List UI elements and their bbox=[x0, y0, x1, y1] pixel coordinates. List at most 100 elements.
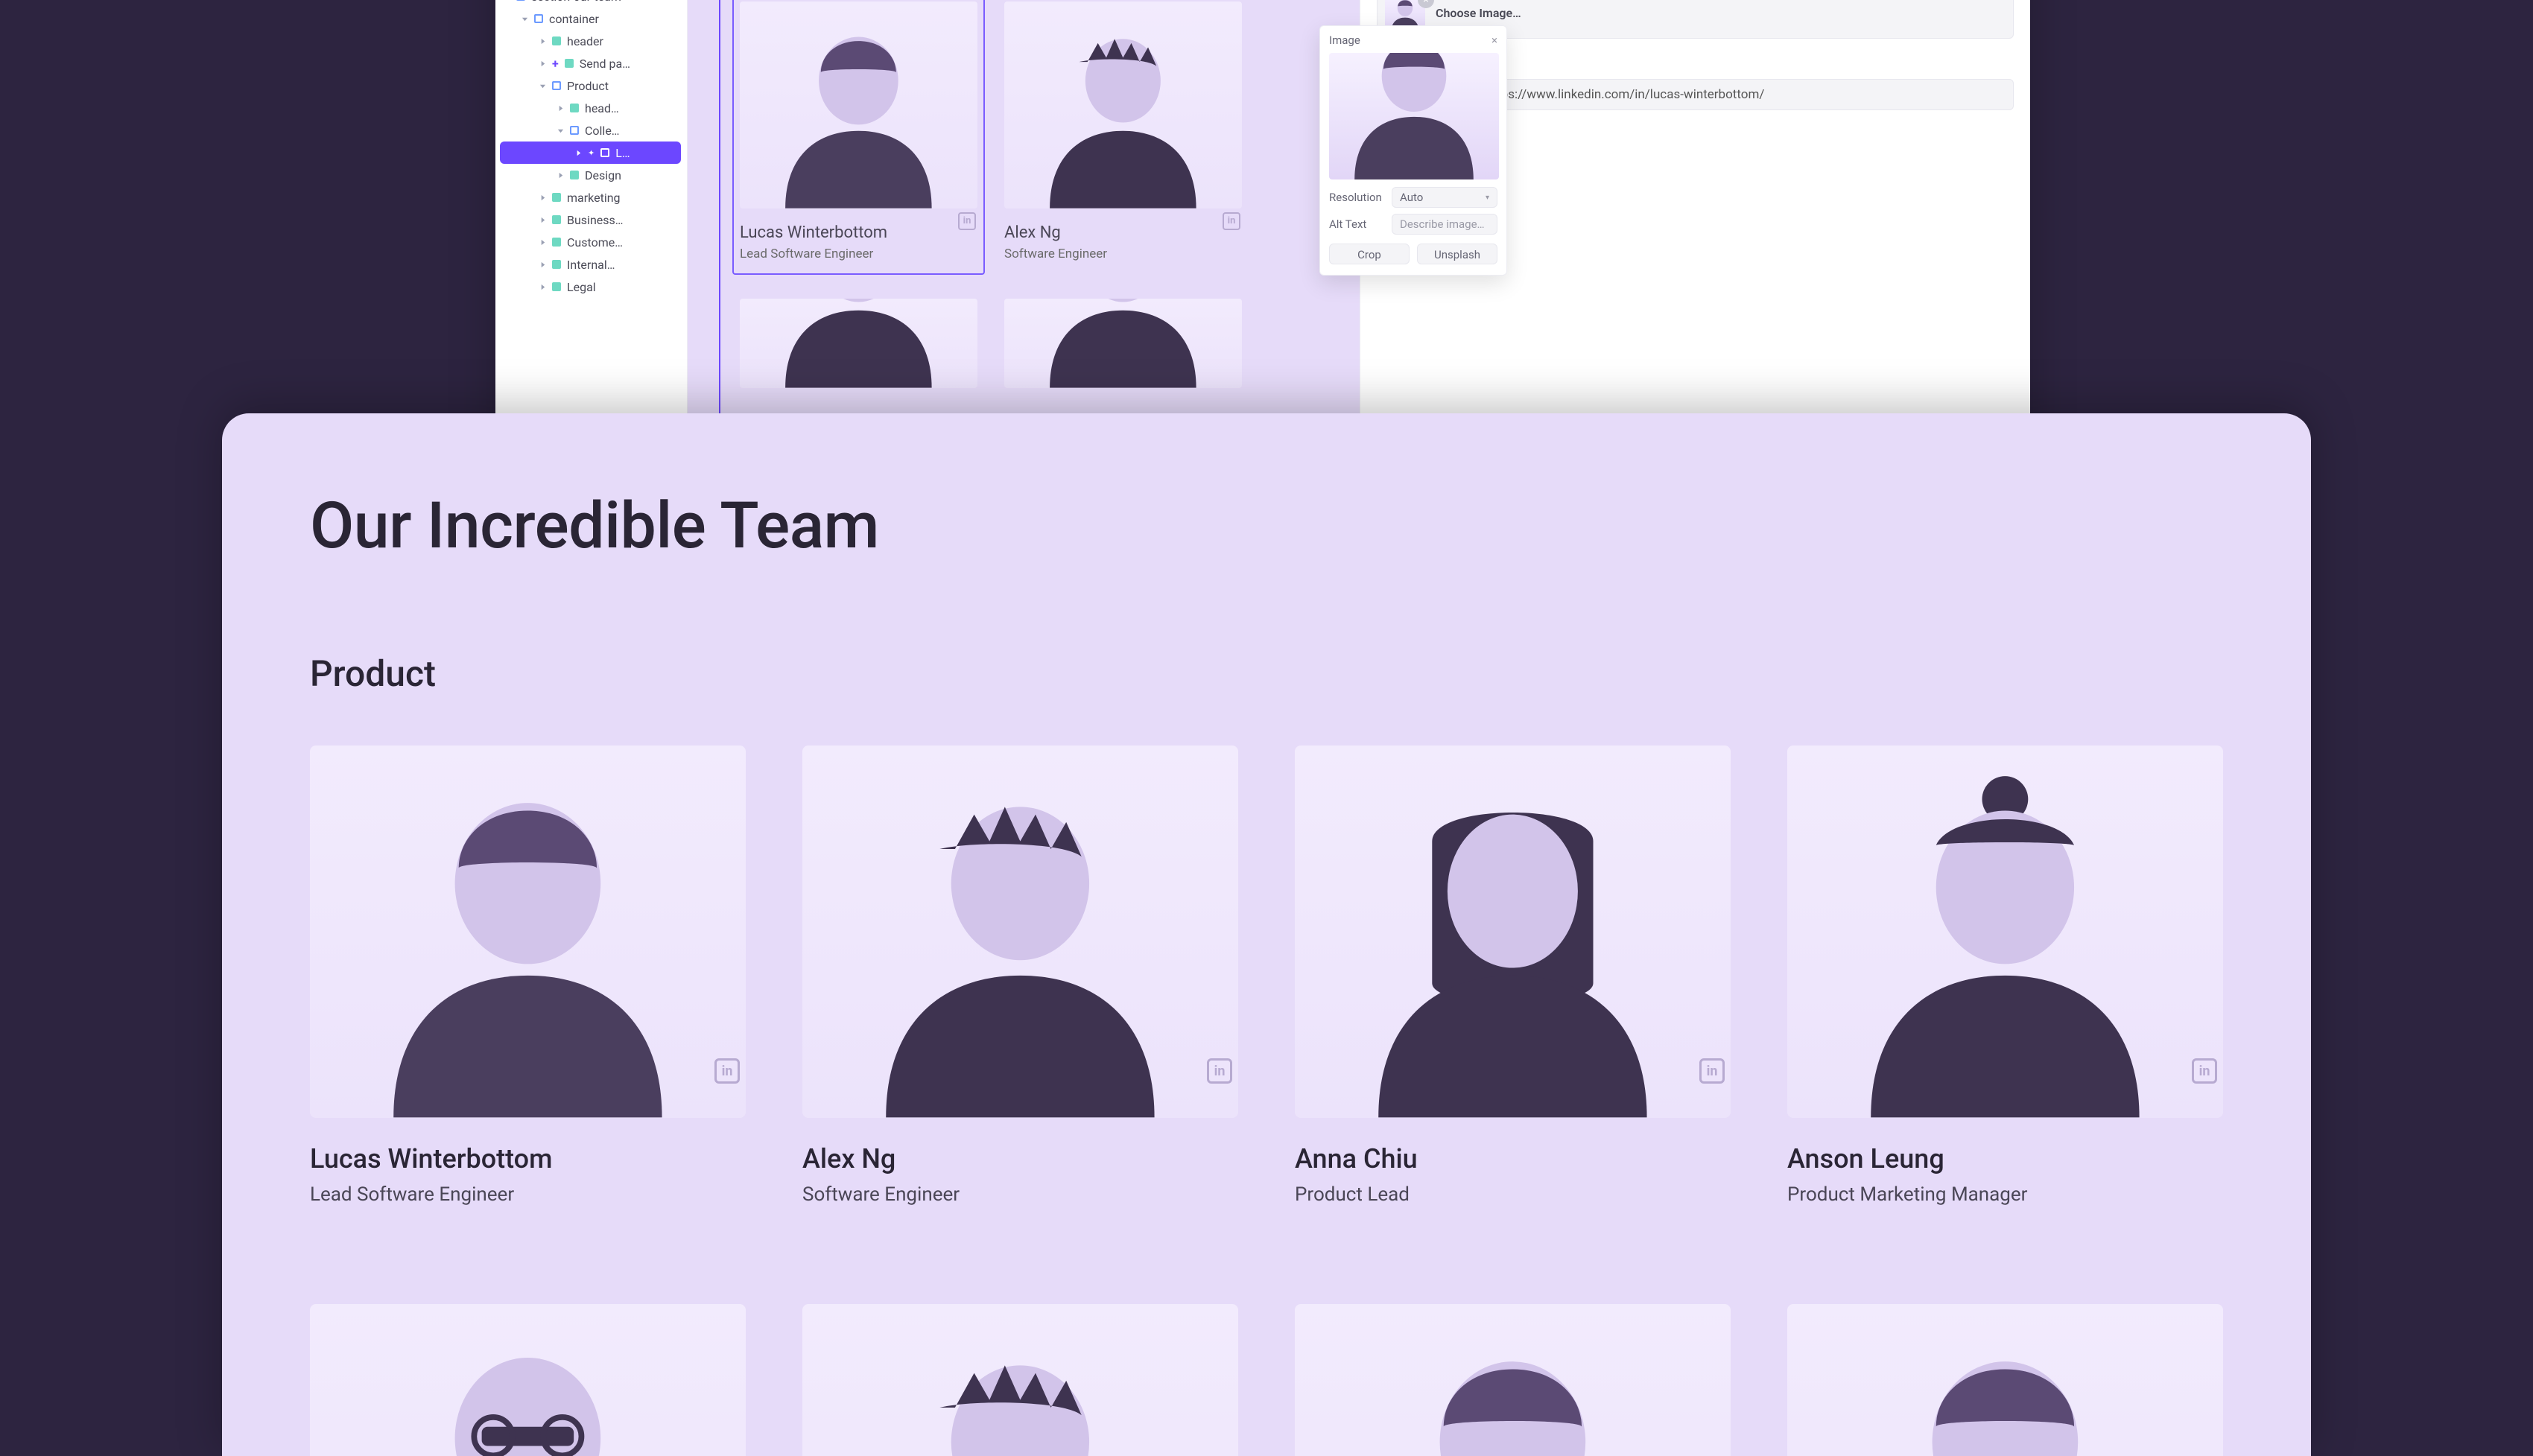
layer-type-icon bbox=[552, 81, 561, 90]
resolution-select[interactable]: Auto ▾ bbox=[1392, 187, 1497, 208]
tree-item-label: Design bbox=[585, 168, 621, 182]
tree-item-label: Internal… bbox=[567, 258, 615, 272]
linkedin-icon[interactable]: in bbox=[1223, 212, 1240, 230]
layer-type-icon bbox=[552, 193, 561, 202]
tree-item-label: L… bbox=[615, 146, 630, 160]
tree-item-head-[interactable]: head… bbox=[500, 97, 681, 119]
tree-item-container[interactable]: container bbox=[500, 7, 681, 30]
preview-window: Our Incredible Team Product Lucas Winter… bbox=[222, 413, 2311, 1456]
caret-right-icon[interactable] bbox=[539, 261, 546, 268]
tree-item-label: Colle… bbox=[585, 124, 620, 138]
section-heading: Product bbox=[310, 652, 2223, 695]
canvas-card-partial[interactable] bbox=[732, 291, 985, 401]
member-role: Product Marketing Manager bbox=[1787, 1183, 2223, 1206]
caret-right-icon[interactable] bbox=[539, 239, 546, 246]
tree-item-business-[interactable]: Business… bbox=[500, 209, 681, 231]
member-name: Alex Ng bbox=[802, 1143, 1238, 1174]
canvas-card[interactable]: Alex NgSoftware Engineerin bbox=[997, 0, 1249, 275]
canvas-card[interactable]: Lucas WinterbottomLead Software Engineer… bbox=[732, 0, 985, 275]
caret-right-icon[interactable] bbox=[539, 60, 546, 67]
alt-text-input[interactable]: Describe image… bbox=[1392, 214, 1497, 235]
member-photo bbox=[310, 1304, 746, 1456]
member-photo bbox=[1295, 746, 1731, 1118]
card-photo bbox=[1004, 1, 1242, 209]
team-card: Anna ChiuProduct Leadin bbox=[1295, 746, 1731, 1206]
team-card: Alex Ng Software Engineer in bbox=[802, 746, 1238, 1206]
caret-right-icon[interactable] bbox=[539, 217, 546, 223]
tree-item-section-our-team[interactable]: section-our-team bbox=[500, 0, 681, 7]
canvas-card-partial[interactable] bbox=[997, 291, 1249, 401]
member-name: Anson Leung bbox=[1787, 1143, 2223, 1174]
team-card bbox=[1787, 1304, 2223, 1456]
layer-type-icon bbox=[570, 104, 579, 112]
image-popover: Image × Resolution Auto ▾ Alt Text Descr… bbox=[1319, 25, 1507, 276]
caret-right-icon[interactable] bbox=[574, 150, 582, 156]
unsplash-button[interactable]: Unsplash bbox=[1417, 244, 1497, 264]
team-card bbox=[310, 1304, 746, 1456]
team-card bbox=[1295, 1304, 1731, 1456]
caret-right-icon[interactable] bbox=[557, 172, 564, 179]
tree-item-label: container bbox=[549, 12, 599, 26]
caret-down-icon[interactable] bbox=[539, 83, 546, 89]
tree-item-label: Custome… bbox=[567, 235, 623, 249]
layer-type-icon bbox=[600, 148, 609, 157]
canvas-card-row-2 bbox=[732, 291, 1267, 401]
alt-text-placeholder: Describe image… bbox=[1400, 217, 1485, 231]
caret-right-icon[interactable] bbox=[539, 284, 546, 290]
team-card bbox=[802, 1304, 1238, 1456]
linkedin-icon[interactable]: in bbox=[1699, 1058, 1725, 1084]
layer-type-icon bbox=[552, 215, 561, 224]
canvas-card-row: Lucas WinterbottomLead Software Engineer… bbox=[732, 0, 1267, 275]
tree-item-label: Legal bbox=[567, 280, 596, 294]
alt-text-label: Alt Text bbox=[1329, 217, 1386, 231]
layer-type-icon bbox=[534, 14, 543, 23]
caret-down-icon[interactable] bbox=[521, 16, 528, 22]
tree-item-design[interactable]: Design bbox=[500, 164, 681, 186]
member-role: Software Engineer bbox=[802, 1183, 1238, 1206]
tree-item-custome-[interactable]: Custome… bbox=[500, 231, 681, 253]
choose-image-label: Choose Image… bbox=[1436, 6, 1521, 20]
member-photo bbox=[1295, 1304, 1731, 1456]
resolution-value: Auto bbox=[1400, 191, 1423, 204]
page-title: Our Incredible Team bbox=[310, 488, 2223, 563]
tree-item-marketing[interactable]: marketing bbox=[500, 186, 681, 209]
add-icon[interactable]: + bbox=[552, 57, 559, 71]
caret-right-icon[interactable] bbox=[539, 194, 546, 201]
tree-item-send-pa-[interactable]: +Send pa… bbox=[500, 52, 681, 74]
team-grid: Lucas Winterbottom Lead Software Engineer… bbox=[310, 746, 2223, 1456]
tree-item-header[interactable]: header bbox=[500, 30, 681, 52]
layer-type-icon bbox=[565, 59, 574, 68]
member-name: Anna Chiu bbox=[1295, 1143, 1731, 1174]
member-role: Lead Software Engineer bbox=[310, 1183, 746, 1206]
crop-button[interactable]: Crop bbox=[1329, 244, 1410, 264]
card-name: Alex Ng bbox=[1004, 223, 1242, 242]
chevron-down-icon: ▾ bbox=[1486, 194, 1489, 202]
popover-image-preview[interactable] bbox=[1329, 53, 1499, 179]
linkedin-icon[interactable]: in bbox=[1207, 1058, 1232, 1084]
tree-item-product[interactable]: Product bbox=[500, 74, 681, 97]
member-photo bbox=[802, 746, 1238, 1118]
layer-type-icon bbox=[516, 0, 525, 1]
team-card: Lucas Winterbottom Lead Software Engineer… bbox=[310, 746, 746, 1206]
caret-right-icon[interactable] bbox=[539, 38, 546, 45]
member-photo bbox=[1787, 746, 2223, 1118]
member-photo bbox=[310, 746, 746, 1118]
close-icon[interactable]: × bbox=[1491, 34, 1497, 47]
tree-item-label: Business… bbox=[567, 213, 623, 227]
tree-item-l-[interactable]: ✦L… bbox=[500, 142, 681, 164]
tree-item-label: section-our-team bbox=[531, 0, 621, 4]
layer-type-icon bbox=[552, 36, 561, 45]
card-role: Lead Software Engineer bbox=[740, 247, 977, 261]
layer-type-icon bbox=[552, 282, 561, 291]
caret-right-icon[interactable] bbox=[557, 105, 564, 112]
tree-item-colle-[interactable]: Colle… bbox=[500, 119, 681, 142]
linkedin-icon[interactable]: in bbox=[714, 1058, 740, 1084]
member-name: Lucas Winterbottom bbox=[310, 1143, 746, 1174]
tree-item-legal[interactable]: Legal bbox=[500, 276, 681, 298]
tree-item-label: head… bbox=[585, 101, 619, 115]
tree-item-internal-[interactable]: Internal… bbox=[500, 253, 681, 276]
layer-type-icon bbox=[570, 126, 579, 135]
caret-down-icon[interactable] bbox=[557, 127, 564, 134]
linkedin-icon[interactable]: in bbox=[958, 212, 976, 230]
linkedin-icon[interactable]: in bbox=[2192, 1058, 2217, 1084]
